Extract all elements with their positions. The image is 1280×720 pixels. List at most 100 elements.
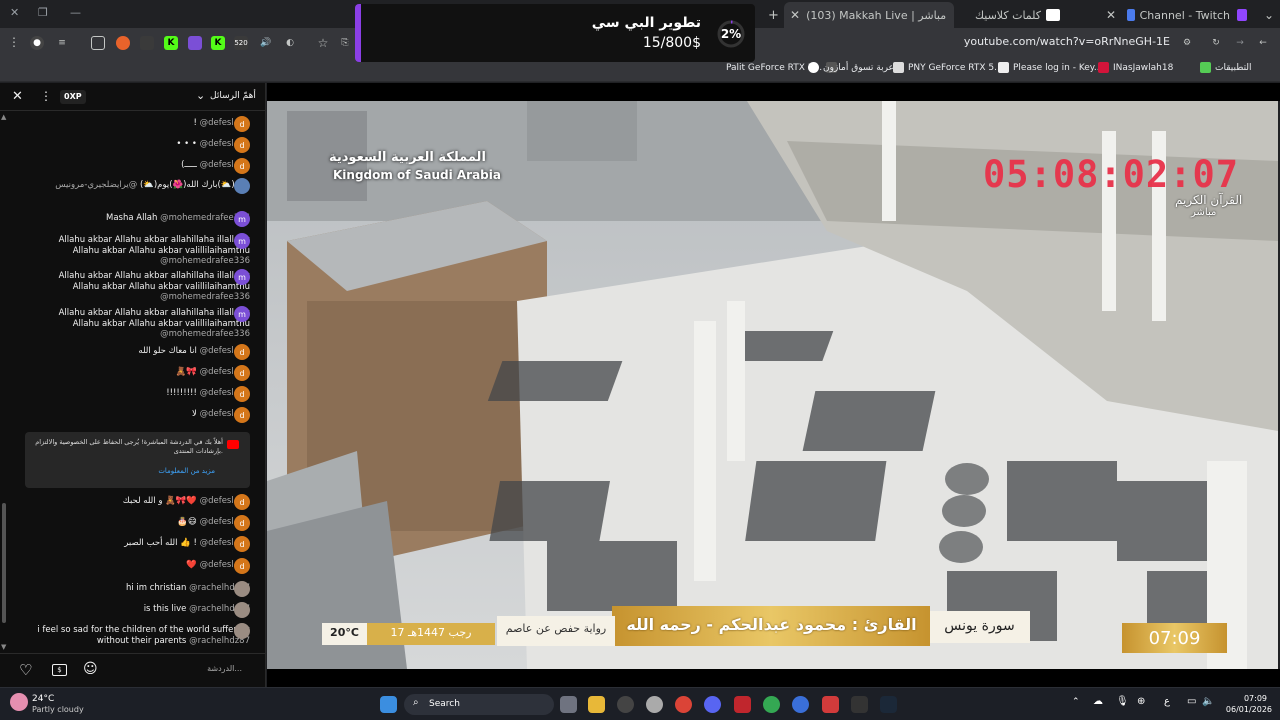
chrome-icon[interactable] [675,696,692,713]
scroll-up-icon[interactable]: ▲ [1,113,6,121]
bookmark-item[interactable]: عربة تسوق أمازون [808,62,894,73]
show-hidden-icons[interactable]: ⌃ [1072,697,1080,707]
tab-twitch[interactable]: ✕ Channel - Twitch [1100,4,1230,26]
app-icon-2[interactable] [822,696,839,713]
tab-kalimat[interactable]: كلمات كلاسيك [975,4,1095,26]
chevron-down-icon[interactable]: ⌄ [196,89,205,102]
language-icon[interactable]: ⊕ [1137,696,1145,707]
chat-message: ❤️ @defesl-km [30,560,250,571]
avatar[interactable] [234,581,250,597]
bookmark-item[interactable]: PNY GeForce RTX 5... [893,62,1003,73]
avatar[interactable]: d [234,536,250,552]
more-menu-icon[interactable]: ⋮ [8,35,20,49]
avatar[interactable] [234,602,250,618]
message-author[interactable]: @mohemedrafee336 [160,256,250,266]
weather-icon[interactable] [10,693,28,711]
app-red-icon[interactable] [734,696,751,713]
bookmark-item[interactable]: INasJawlah18 [1098,62,1173,73]
reading-list-icon[interactable]: ≡ [55,36,69,50]
bookmark-item[interactable]: Please log in - Key... [998,62,1102,73]
avatar[interactable]: d [234,407,250,423]
extension-grid-icon[interactable] [140,36,154,50]
close-tab-icon[interactable]: ✕ [790,8,800,22]
clock-date[interactable]: 06/01/2026 [1219,705,1272,714]
avatar[interactable]: d [234,558,250,574]
video-time: 07:09 [1148,628,1201,649]
emoji-icon[interactable]: ☺ [83,661,98,677]
extension-kick2-icon[interactable]: K [211,36,225,50]
chat-input[interactable]: الدردشة... [110,664,242,673]
avatar[interactable]: d [234,137,250,153]
chrome-active-icon[interactable] [763,696,780,713]
close-chat-icon[interactable]: ✕ [12,89,23,104]
message-author[interactable]: @يرايضلجيري-مرونيس [55,180,137,190]
install-app-icon[interactable]: ⎘ [338,36,352,50]
notice-link[interactable]: مزيد من المعلومات [85,467,215,475]
network-icon[interactable]: ▭ [1187,696,1196,707]
extension-purple-icon[interactable] [188,36,202,50]
extension-fox-icon[interactable] [116,36,130,50]
avatar[interactable]: d [234,116,250,132]
video-player[interactable]: المملكة العربية السعودية Kingdom of Saud… [267,101,1278,669]
weather-temp[interactable]: 24°C [32,694,54,704]
extension-kick-icon[interactable]: K [164,36,178,50]
avatar[interactable]: d [234,515,250,531]
site-settings-icon[interactable]: ⚙ [1180,36,1194,50]
bookmark-star-icon[interactable]: ☆ [316,36,330,50]
epic-games-icon[interactable] [851,696,868,713]
input-language[interactable]: ع [1164,696,1170,707]
avatar[interactable] [234,623,250,639]
address-bar[interactable]: youtube.com/watch?v=oRrNneGH-1E [964,35,1170,48]
message-author[interactable]: @mohemedrafee336 [160,329,250,339]
extensions-icon[interactable] [91,36,105,50]
settings-icon[interactable] [646,696,663,713]
avatar[interactable]: m [234,211,250,227]
weather-desc[interactable]: Partly cloudy [32,705,84,714]
start-icon[interactable] [380,696,397,713]
chat-menu-icon[interactable]: ⋮ [40,89,52,103]
chat-scroll-thumb[interactable] [2,503,6,623]
message-author[interactable]: @mohemedrafee336 [160,292,250,302]
close-window-icon[interactable]: ✕ [10,6,19,19]
avatar[interactable]: m [234,306,250,322]
avatar[interactable]: d [234,158,250,174]
avatar[interactable]: d [234,494,250,510]
chat-mode-selector[interactable]: أهمّ الرسائل [210,91,256,101]
avatar[interactable]: m [234,269,250,285]
onedrive-icon[interactable]: ☁ [1093,696,1103,707]
avatar[interactable]: d [234,386,250,402]
profile-icon[interactable]: ● [30,36,44,50]
file-explorer-icon[interactable] [588,696,605,713]
task-view-icon[interactable] [560,696,577,713]
minimize-window-icon[interactable]: — [70,6,81,19]
forward-icon[interactable]: → [1233,36,1247,50]
extension-cat-icon[interactable]: ◐ [283,36,297,50]
volume-icon[interactable]: 🔈 [1202,696,1214,707]
tab-makkah-live[interactable]: ✕ (103) Makkah Live | مباشر ✕ [784,2,954,28]
back-icon[interactable]: ← [1256,36,1270,50]
taskbar-search[interactable]: ⌕ Search [404,694,554,715]
avatar[interactable]: d [234,365,250,381]
avatar[interactable]: d [234,344,250,360]
reload-icon[interactable]: ↻ [1209,36,1223,50]
bookmark-item[interactable]: التطبيقات [1200,62,1252,73]
media-volume-icon[interactable]: 🔊 [259,36,273,50]
new-tab-button[interactable]: + [762,4,782,26]
avatar[interactable] [234,178,250,194]
steam-icon[interactable] [880,696,897,713]
extension-badge-icon[interactable]: 520 [234,36,248,50]
microphone-icon[interactable]: 🎙 [1116,696,1129,707]
discord-icon[interactable] [704,696,721,713]
tab-search-icon[interactable]: ⌄ [1258,4,1278,26]
avatar[interactable]: m [234,233,250,249]
heart-icon[interactable]: ♡ [19,661,32,679]
clock-time[interactable]: 07:09 [1219,694,1267,703]
super-chat-icon[interactable]: $ [52,664,67,676]
scroll-down-icon[interactable]: ▼ [1,643,6,651]
close-tab-icon[interactable]: ✕ [1106,8,1116,22]
restore-window-icon[interactable]: ❐ [38,6,48,19]
bookmark-label: Please log in - Key... [1013,62,1103,73]
browser-icon[interactable] [792,696,809,713]
app-icon[interactable] [617,696,634,713]
twitch-icon[interactable] [1232,4,1252,26]
